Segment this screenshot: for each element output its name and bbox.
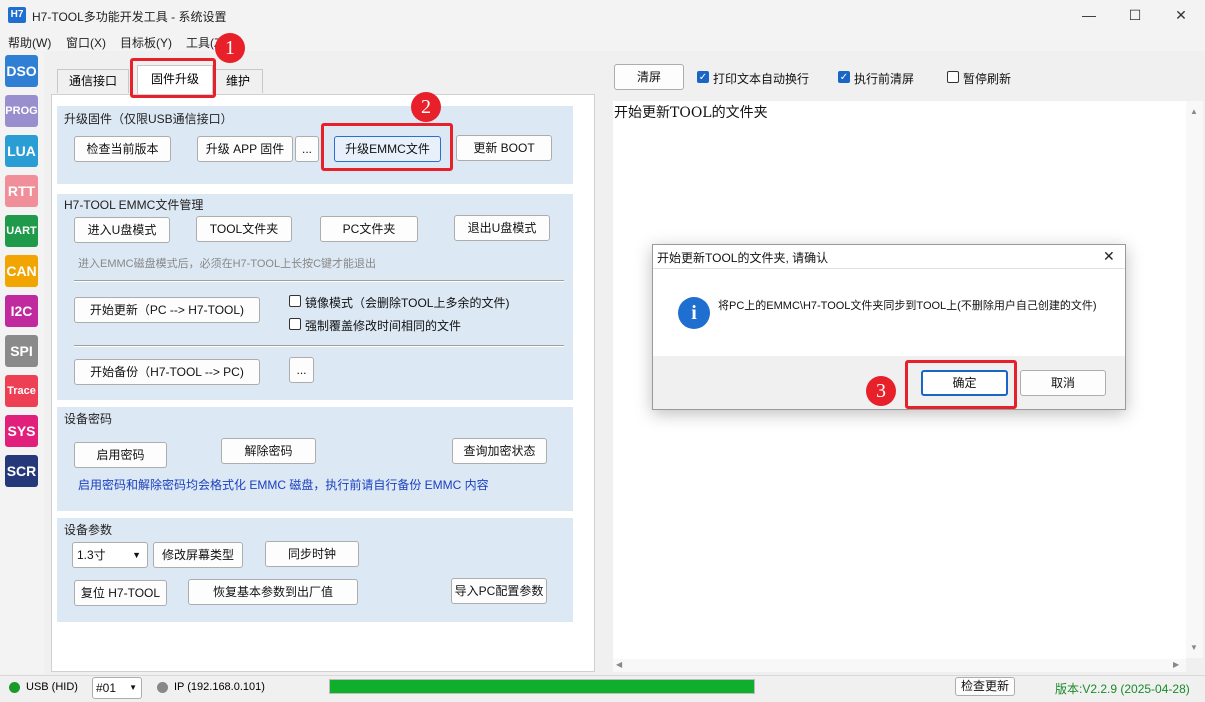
sidebar-spi-button[interactable]: SPI xyxy=(5,335,38,367)
pause-refresh-checkbox[interactable] xyxy=(947,71,959,83)
auto-wrap-checkbox[interactable]: ✓ xyxy=(697,71,709,83)
sidebar-dso-button[interactable]: DSO xyxy=(5,55,38,87)
progress-bar xyxy=(329,679,755,694)
exit-u-disk-button[interactable]: 退出U盘模式 xyxy=(454,215,550,241)
step-marker-3: 3 xyxy=(866,376,896,406)
scroll-down-icon[interactable]: ▼ xyxy=(1190,643,1198,652)
window-title: H7-TOOL多功能开发工具 - 系统设置 xyxy=(32,10,227,24)
menu-bar: 帮助(W) 窗口(X) 目标板(Y) 工具(Z) xyxy=(0,31,1205,51)
dialog-message: 将PC上的EMMC\H7-TOOL文件夹同步到TOOL上(不删除用户自己创建的文… xyxy=(718,300,1097,312)
clear-screen-button[interactable]: 清屏 xyxy=(614,64,684,90)
auto-wrap-label: 打印文本自动换行 xyxy=(713,72,810,86)
dialog-close-icon[interactable]: ✕ xyxy=(1103,248,1115,265)
sidebar-lua-button[interactable]: LUA xyxy=(5,135,38,167)
highlight-box-ok xyxy=(905,360,1017,409)
device-select[interactable]: #01 ▼ xyxy=(92,677,142,699)
vertical-scrollbar[interactable]: ▲ ▼ xyxy=(1186,101,1203,658)
mirror-mode-checkbox[interactable] xyxy=(289,295,301,307)
sidebar-prog-button[interactable]: PROG xyxy=(5,95,38,127)
cancel-button[interactable]: 取消 xyxy=(1020,370,1106,396)
app-browse-button[interactable]: ... xyxy=(295,136,319,162)
step-marker-1: 1 xyxy=(215,33,245,63)
restore-defaults-button[interactable]: 恢复基本参数到出厂值 xyxy=(188,579,358,605)
divider xyxy=(74,345,564,347)
reset-tool-button[interactable]: 复位 H7-TOOL xyxy=(74,580,167,606)
start-update-button[interactable]: 开始更新（PC --> H7-TOOL) xyxy=(74,297,260,323)
version-label: 版本:V2.2.9 (2025-04-28) xyxy=(1055,682,1190,696)
dialog-title: 开始更新TOOL的文件夹, 请确认 xyxy=(657,251,829,265)
divider xyxy=(74,280,564,282)
log-text: 开始更新TOOL的文件夹 xyxy=(614,105,768,121)
highlight-box-emmc xyxy=(321,123,453,171)
maximize-button[interactable]: ☐ xyxy=(1112,0,1158,31)
enter-u-disk-button[interactable]: 进入U盘模式 xyxy=(74,217,170,243)
device-value: #01 xyxy=(96,681,117,695)
pause-refresh-label: 暂停刷新 xyxy=(963,72,1012,86)
check-update-button[interactable]: 检查更新 xyxy=(955,677,1015,696)
usb-status-icon xyxy=(9,682,20,693)
menu-window[interactable]: 窗口(X) xyxy=(66,34,106,51)
sidebar-uart-button[interactable]: UART xyxy=(5,215,38,247)
usb-status: USB (HID) xyxy=(26,681,78,693)
horizontal-scrollbar[interactable]: ◀ ▶ xyxy=(613,659,1186,672)
modify-screen-button[interactable]: 修改屏幕类型 xyxy=(153,542,243,568)
force-overwrite-label: 强制覆盖修改时间相同的文件 xyxy=(305,319,462,333)
ip-status-icon xyxy=(157,682,168,693)
sidebar-sys-button[interactable]: SYS xyxy=(5,415,38,447)
mirror-mode-label: 镜像模式（会删除TOOL上多余的文件) xyxy=(305,296,510,310)
force-overwrite-checkbox[interactable] xyxy=(289,318,301,330)
progress-fill xyxy=(330,680,754,693)
sidebar-i2c-button[interactable]: I2C xyxy=(5,295,38,327)
sidebar-trace-button[interactable]: Trace xyxy=(5,375,38,407)
sidebar-can-button[interactable]: CAN xyxy=(5,255,38,287)
update-boot-button[interactable]: 更新 BOOT xyxy=(456,135,552,161)
title-bar: H7 H7-TOOL多功能开发工具 - 系统设置 — ☐ ✕ xyxy=(0,0,1205,31)
backup-browse-button[interactable]: ... xyxy=(289,357,314,383)
highlight-box-tab xyxy=(130,58,216,98)
chevron-down-icon: ▼ xyxy=(129,683,137,692)
tool-folder-button[interactable]: TOOL文件夹 xyxy=(196,216,292,242)
scroll-up-icon[interactable]: ▲ xyxy=(1190,107,1198,116)
emmc-hint: 进入EMMC磁盘模式后，必须在H7-TOOL上长按C键才能退出 xyxy=(78,258,377,270)
step-marker-2: 2 xyxy=(411,92,441,122)
sidebar-rtt-button[interactable]: RTT xyxy=(5,175,38,207)
app-icon: H7 xyxy=(8,7,26,23)
emmc-group-title: H7-TOOL EMMC文件管理 xyxy=(64,198,204,212)
menu-help[interactable]: 帮助(W) xyxy=(8,34,51,51)
screen-size-select[interactable]: 1.3寸 ▼ xyxy=(72,542,148,568)
chevron-down-icon: ▼ xyxy=(132,550,141,560)
disable-password-button[interactable]: 解除密码 xyxy=(221,438,316,464)
params-group-title: 设备参数 xyxy=(64,523,113,537)
upgrade-app-button[interactable]: 升级 APP 固件 xyxy=(197,136,293,162)
check-version-button[interactable]: 检查当前版本 xyxy=(74,136,171,162)
params-group xyxy=(57,518,573,622)
query-encryption-button[interactable]: 查询加密状态 xyxy=(452,438,547,464)
password-group-title: 设备密码 xyxy=(64,412,113,426)
enable-password-button[interactable]: 启用密码 xyxy=(74,442,167,468)
info-icon: i xyxy=(678,297,710,329)
scroll-right-icon[interactable]: ▶ xyxy=(1173,660,1179,669)
password-note: 启用密码和解除密码均会格式化 EMMC 磁盘，执行前请自行备份 EMMC 内容 xyxy=(78,478,489,492)
tab-maintenance[interactable]: 维护 xyxy=(213,69,263,93)
clear-before-checkbox[interactable]: ✓ xyxy=(838,71,850,83)
dialog-divider xyxy=(653,268,1125,269)
clear-before-label: 执行前清屏 xyxy=(854,72,915,86)
menu-target-board[interactable]: 目标板(Y) xyxy=(120,34,172,51)
pc-folder-button[interactable]: PC文件夹 xyxy=(320,216,418,242)
tab-comm-interface[interactable]: 通信接口 xyxy=(57,69,129,93)
ip-status: IP (192.168.0.101) xyxy=(174,681,265,693)
sync-clock-button[interactable]: 同步时钟 xyxy=(265,541,359,567)
scroll-left-icon[interactable]: ◀ xyxy=(616,660,622,669)
start-backup-button[interactable]: 开始备份（H7-TOOL --> PC) xyxy=(74,359,260,385)
import-pc-config-button[interactable]: 导入PC配置参数 xyxy=(451,578,547,604)
close-window-button[interactable]: ✕ xyxy=(1158,0,1204,31)
minimize-button[interactable]: — xyxy=(1066,0,1112,31)
sidebar-scr-button[interactable]: SCR xyxy=(5,455,38,487)
screen-size-value: 1.3寸 xyxy=(77,548,106,562)
firmware-group-title: 升级固件（仅限USB通信接口） xyxy=(64,112,233,126)
